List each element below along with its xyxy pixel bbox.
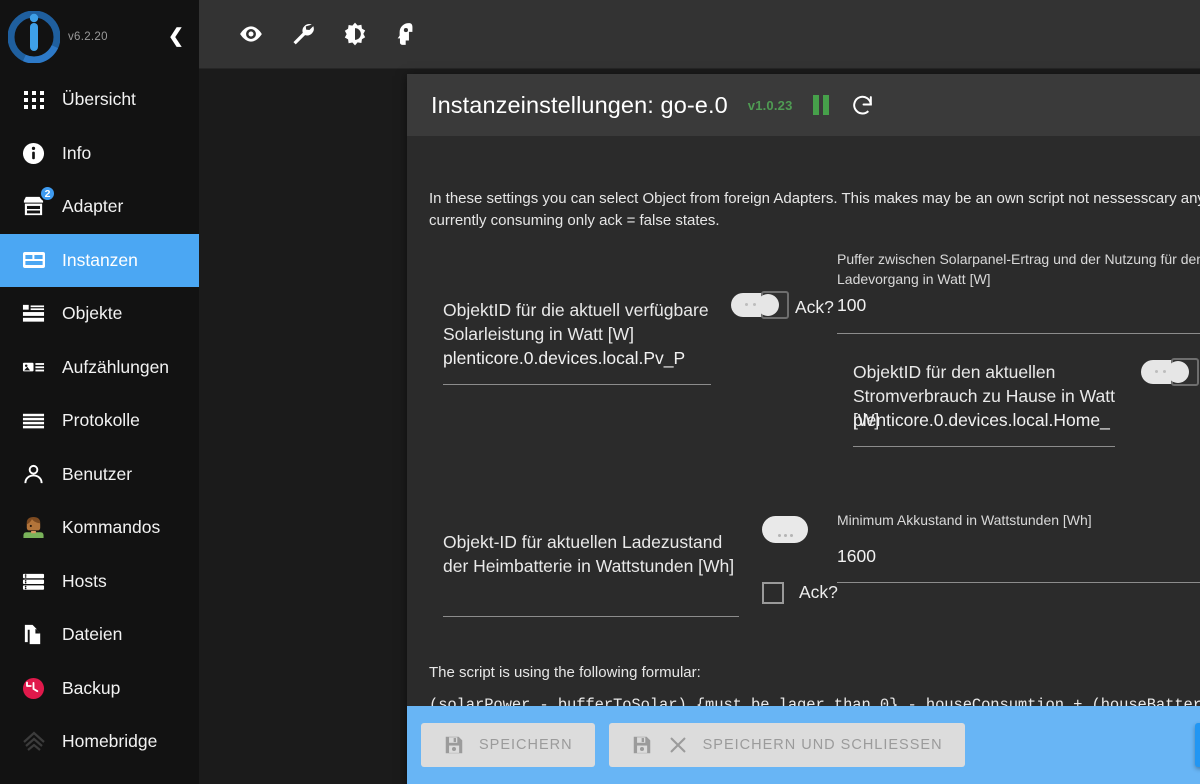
field-underline [837, 582, 1200, 583]
dialog-footer: SPEICHERN SPEICHERN UND SCHLIESSEN [407, 706, 1200, 784]
sidebar-item-label: Aufzählungen [62, 356, 170, 377]
house-battery-ack-label: Ack? [799, 582, 838, 602]
save-and-close-button[interactable]: SPEICHERN UND SCHLIESSEN [608, 723, 965, 767]
sidebar-item-instanzen[interactable]: Instanzen [0, 233, 199, 287]
pause-icon[interactable] [807, 91, 835, 119]
field-house-consumption-value-wrap: plenticore.0.devices.local.Home_ [853, 408, 1115, 447]
sidebar-item-dateien[interactable]: Dateien [0, 608, 199, 662]
brightness-icon[interactable] [338, 17, 372, 51]
sidebar-item-backup[interactable]: Backup [0, 662, 199, 716]
sidebar-item-label: Dateien [62, 624, 123, 645]
page-title: Instanzeinstellungen: go-e.0 [431, 91, 728, 118]
sidebar-item-label: Übersicht [62, 89, 136, 110]
house-battery-ack-checkbox[interactable] [762, 582, 784, 604]
backup-icon [21, 676, 46, 701]
enum-icon [21, 355, 46, 380]
instances-icon [21, 248, 46, 273]
adapter-version-label: v1.0.23 [747, 97, 793, 113]
field-underline [837, 333, 1200, 334]
sidebar-item-uebersicht[interactable]: Übersicht [0, 73, 199, 127]
expert-mode-icon[interactable] [390, 17, 424, 51]
dialog-body: In these settings you can select Object … [407, 136, 1200, 784]
field-value[interactable]: 100 [837, 293, 1200, 317]
field-min-battery: Minimum Akkustand in Wattstunden [Wh] 16… [837, 510, 1200, 583]
sidebar-item-kommandos[interactable]: Kommandos [0, 501, 199, 555]
save-and-close-button-label: SPEICHERN UND SCHLIESSEN [702, 737, 943, 753]
solar-power-ack-label: Ack? [795, 297, 834, 317]
chevron-left-icon[interactable]: ❮ [163, 24, 189, 50]
sidebar-item-label: Adapter [62, 196, 124, 217]
sidebar-item-label: Instanzen [62, 249, 138, 270]
eye-icon[interactable] [234, 17, 268, 51]
field-underline [443, 384, 711, 385]
field-value[interactable]: plenticore.0.devices.local.Pv_P [443, 346, 711, 370]
homebridge-icon [21, 729, 46, 754]
toggle-thumb [757, 294, 779, 316]
sidebar-item-label: Backup [62, 677, 121, 698]
iobroker-logo-icon [8, 10, 60, 63]
field-underline [443, 616, 739, 617]
field-label: Objekt-ID für aktuellen Ladezustand der … [443, 532, 735, 576]
close-icon [667, 734, 689, 756]
field-house-battery: Objekt-ID für aktuellen Ladezustand der … [443, 530, 739, 617]
sidebar-item-label: Protokolle [62, 410, 140, 431]
sidebar-item-hosts[interactable]: Hosts [0, 555, 199, 609]
save-icon [631, 734, 653, 756]
sidebar-item-label: Benutzer [62, 463, 133, 484]
sidebar-nav: Übersicht Info 2 Adapter Instanzen Objek… [0, 73, 199, 784]
sidebar-header: v6.2.20 ❮ [0, 0, 199, 73]
field-underline [853, 446, 1115, 447]
intro-text: In these settings you can select Object … [429, 190, 1200, 229]
hosts-icon [21, 569, 46, 594]
dialog-header: Instanzeinstellungen: go-e.0 v1.0.23 [407, 74, 1200, 136]
sidebar-item-protokolle[interactable]: Protokolle [0, 394, 199, 448]
field-solar-power: ObjektID für die aktuell verfügbare Sola… [443, 298, 711, 385]
sidebar-item-label: Info [62, 142, 92, 163]
user-icon [21, 462, 46, 487]
sidebar-item-label: Hosts [62, 570, 107, 591]
field-label: Puffer zwischen Solarpanel-Ertrag und de… [837, 251, 1200, 287]
app-root: v6.2.20 ❮ Übersicht Info 2 Adapter Insta… [0, 0, 1200, 784]
save-button-label: SPEICHERN [479, 737, 573, 753]
list-icon [21, 301, 46, 326]
sidebar-item-label: Objekte [62, 303, 123, 324]
wrench-icon[interactable] [286, 17, 320, 51]
sidebar-item-homebridge[interactable]: Homebridge [0, 715, 199, 769]
shop-icon: 2 [21, 185, 56, 219]
adapter-badge: 2 [39, 185, 56, 203]
house-consumption-ack-toggle[interactable] [1141, 357, 1200, 387]
log-icon [21, 408, 46, 433]
sidebar: v6.2.20 ❮ Übersicht Info 2 Adapter Insta… [0, 0, 199, 784]
sidebar-item-objekte[interactable]: Objekte [0, 287, 199, 341]
sidebar-item-adapter[interactable]: 2 Adapter [0, 180, 199, 234]
scripts-icon [21, 515, 46, 540]
sidebar-item-label: Homebridge [62, 731, 158, 752]
field-label: ObjektID für die aktuell verfügbare Sola… [443, 300, 709, 344]
sidebar-item-info[interactable]: Info [0, 127, 199, 181]
instance-settings-dialog: Instanzeinstellungen: go-e.0 v1.0.23 In … [407, 74, 1200, 784]
close-button[interactable]: SCHLIESSEN [1195, 723, 1200, 767]
top-toolbar [199, 0, 1200, 69]
sidebar-item-label: Kommandos [62, 517, 161, 538]
sidebar-item-benutzer[interactable]: Benutzer [0, 448, 199, 502]
field-value[interactable]: 1600 [837, 544, 1200, 568]
field-value[interactable] [443, 578, 739, 602]
toggle-thumb [1167, 361, 1189, 383]
solar-power-ack-toggle[interactable] [731, 290, 791, 320]
sidebar-item-aufzaehlungen[interactable]: Aufzählungen [0, 341, 199, 395]
formula-heading: The script is using the following formul… [429, 664, 701, 681]
refresh-icon[interactable] [849, 91, 877, 119]
settings-grid: ObjektID für die aktuell verfügbare Sola… [429, 251, 1200, 714]
version-label: v6.2.20 [68, 30, 108, 43]
field-value[interactable]: plenticore.0.devices.local.Home_ [853, 408, 1115, 432]
main-area: Instanzeinstellungen: go-e.0 v1.0.23 In … [199, 0, 1200, 784]
files-icon [21, 622, 46, 647]
save-icon [443, 734, 465, 756]
field-buffer-to-solar: Puffer zwischen Solarpanel-Ertrag und de… [837, 249, 1200, 334]
info-icon [21, 141, 46, 166]
grid-icon [21, 87, 46, 112]
field-label: Minimum Akkustand in Wattstunden [Wh] [837, 512, 1092, 528]
house-battery-select-id-button[interactable] [762, 516, 808, 543]
save-button[interactable]: SPEICHERN [421, 723, 595, 767]
